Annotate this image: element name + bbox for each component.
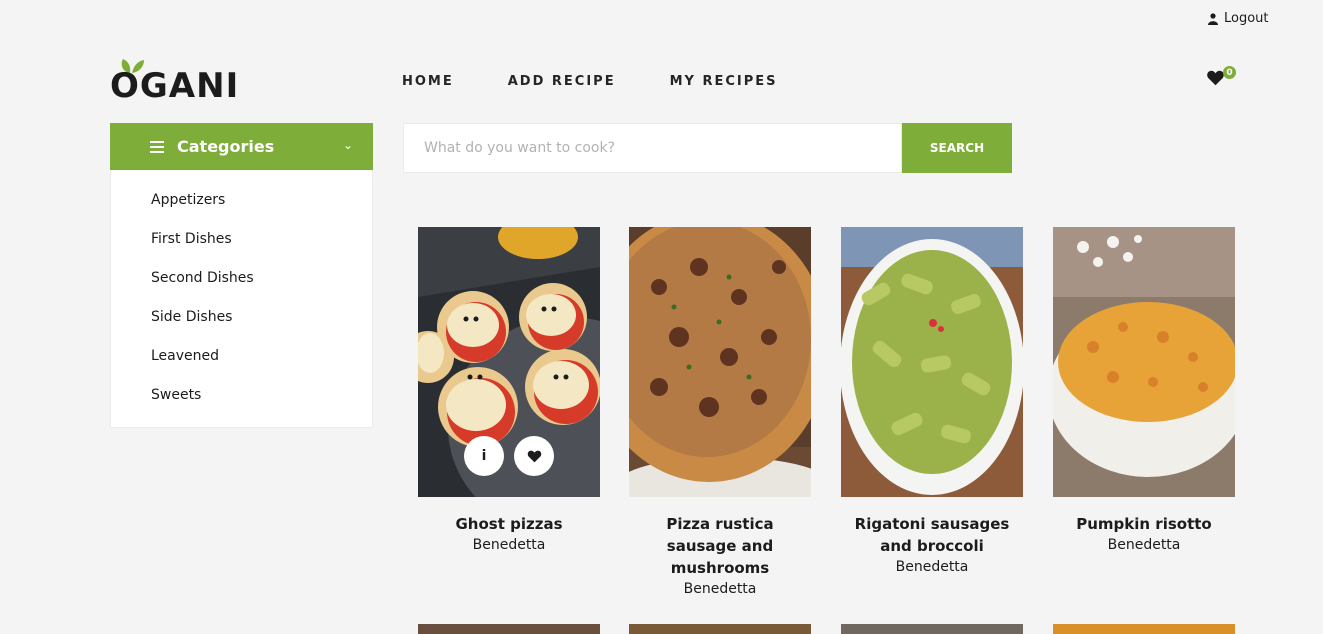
search-input[interactable] [403, 123, 902, 173]
pizza-rustica-image [629, 227, 811, 497]
heart-icon [527, 450, 541, 462]
pumpkin-risotto-image [1053, 227, 1235, 497]
recipe-image-partial[interactable] [1053, 624, 1235, 634]
recipe-author: Benedetta [472, 537, 546, 553]
main-nav: HOME ADD RECIPE MY RECIPES [402, 74, 778, 89]
category-side-dishes[interactable]: Side Dishes [111, 306, 372, 345]
rigatoni-image [841, 227, 1023, 497]
recipe-image[interactable] [629, 227, 811, 497]
nav-home[interactable]: HOME [402, 74, 454, 89]
recipe-card: Pumpkin risotto Benedetta [1053, 227, 1235, 555]
info-button[interactable]: i [464, 436, 504, 476]
nav-my-recipes[interactable]: MY RECIPES [670, 74, 778, 89]
search-bar: SEARCH [403, 123, 1012, 173]
logout-label: Logout [1224, 11, 1269, 26]
category-first-dishes[interactable]: First Dishes [111, 228, 372, 267]
chevron-down-icon: ⌄ [342, 138, 353, 152]
recipe-image[interactable] [841, 227, 1023, 497]
info-icon: i [481, 448, 487, 464]
recipe-card: Pizza rustica sausage and mushrooms Bene… [629, 227, 811, 599]
recipe-image[interactable]: i [418, 227, 600, 497]
categories-toggle[interactable]: Categories ⌄ [110, 123, 373, 170]
recipe-name[interactable]: Ghost pizzas [418, 513, 600, 535]
category-leavened[interactable]: Leavened [111, 345, 372, 384]
recipe-name[interactable]: Pizza rustica sausage and mushrooms [629, 513, 811, 579]
category-sweets[interactable]: Sweets [111, 384, 372, 423]
logo[interactable]: OGANI [110, 58, 240, 106]
user-icon [1208, 12, 1218, 25]
recipe-image-partial[interactable] [418, 624, 600, 634]
card-actions: i [418, 436, 600, 476]
logout-link[interactable]: Logout [1208, 11, 1269, 26]
menu-icon [150, 141, 164, 153]
recipe-card: Rigatoni sausages and broccoli Benedetta [841, 227, 1023, 577]
categories-title: Categories [177, 137, 275, 156]
recipe-image[interactable] [1053, 227, 1235, 497]
recipe-name[interactable]: Rigatoni sausages and broccoli [841, 513, 1023, 557]
recipe-image-partial[interactable] [841, 624, 1023, 634]
recipe-author: Benedetta [895, 559, 969, 575]
favorites-button[interactable]: 0 [1206, 66, 1240, 90]
recipe-image-partial[interactable] [629, 624, 811, 634]
favorite-button[interactable] [514, 436, 554, 476]
favorites-count-badge: 0 [1223, 66, 1236, 79]
search-button[interactable]: SEARCH [902, 123, 1012, 173]
recipe-card: i Ghost pizzas Benedetta [418, 227, 600, 555]
logo-text: OGANI [110, 66, 240, 106]
categories-list: Appetizers First Dishes Second Dishes Si… [110, 170, 373, 428]
category-appetizers[interactable]: Appetizers [111, 189, 372, 228]
recipe-author: Benedetta [1107, 537, 1181, 553]
recipe-author: Benedetta [683, 581, 757, 597]
recipe-name[interactable]: Pumpkin risotto [1053, 513, 1235, 535]
category-second-dishes[interactable]: Second Dishes [111, 267, 372, 306]
nav-add-recipe[interactable]: ADD RECIPE [508, 74, 616, 89]
